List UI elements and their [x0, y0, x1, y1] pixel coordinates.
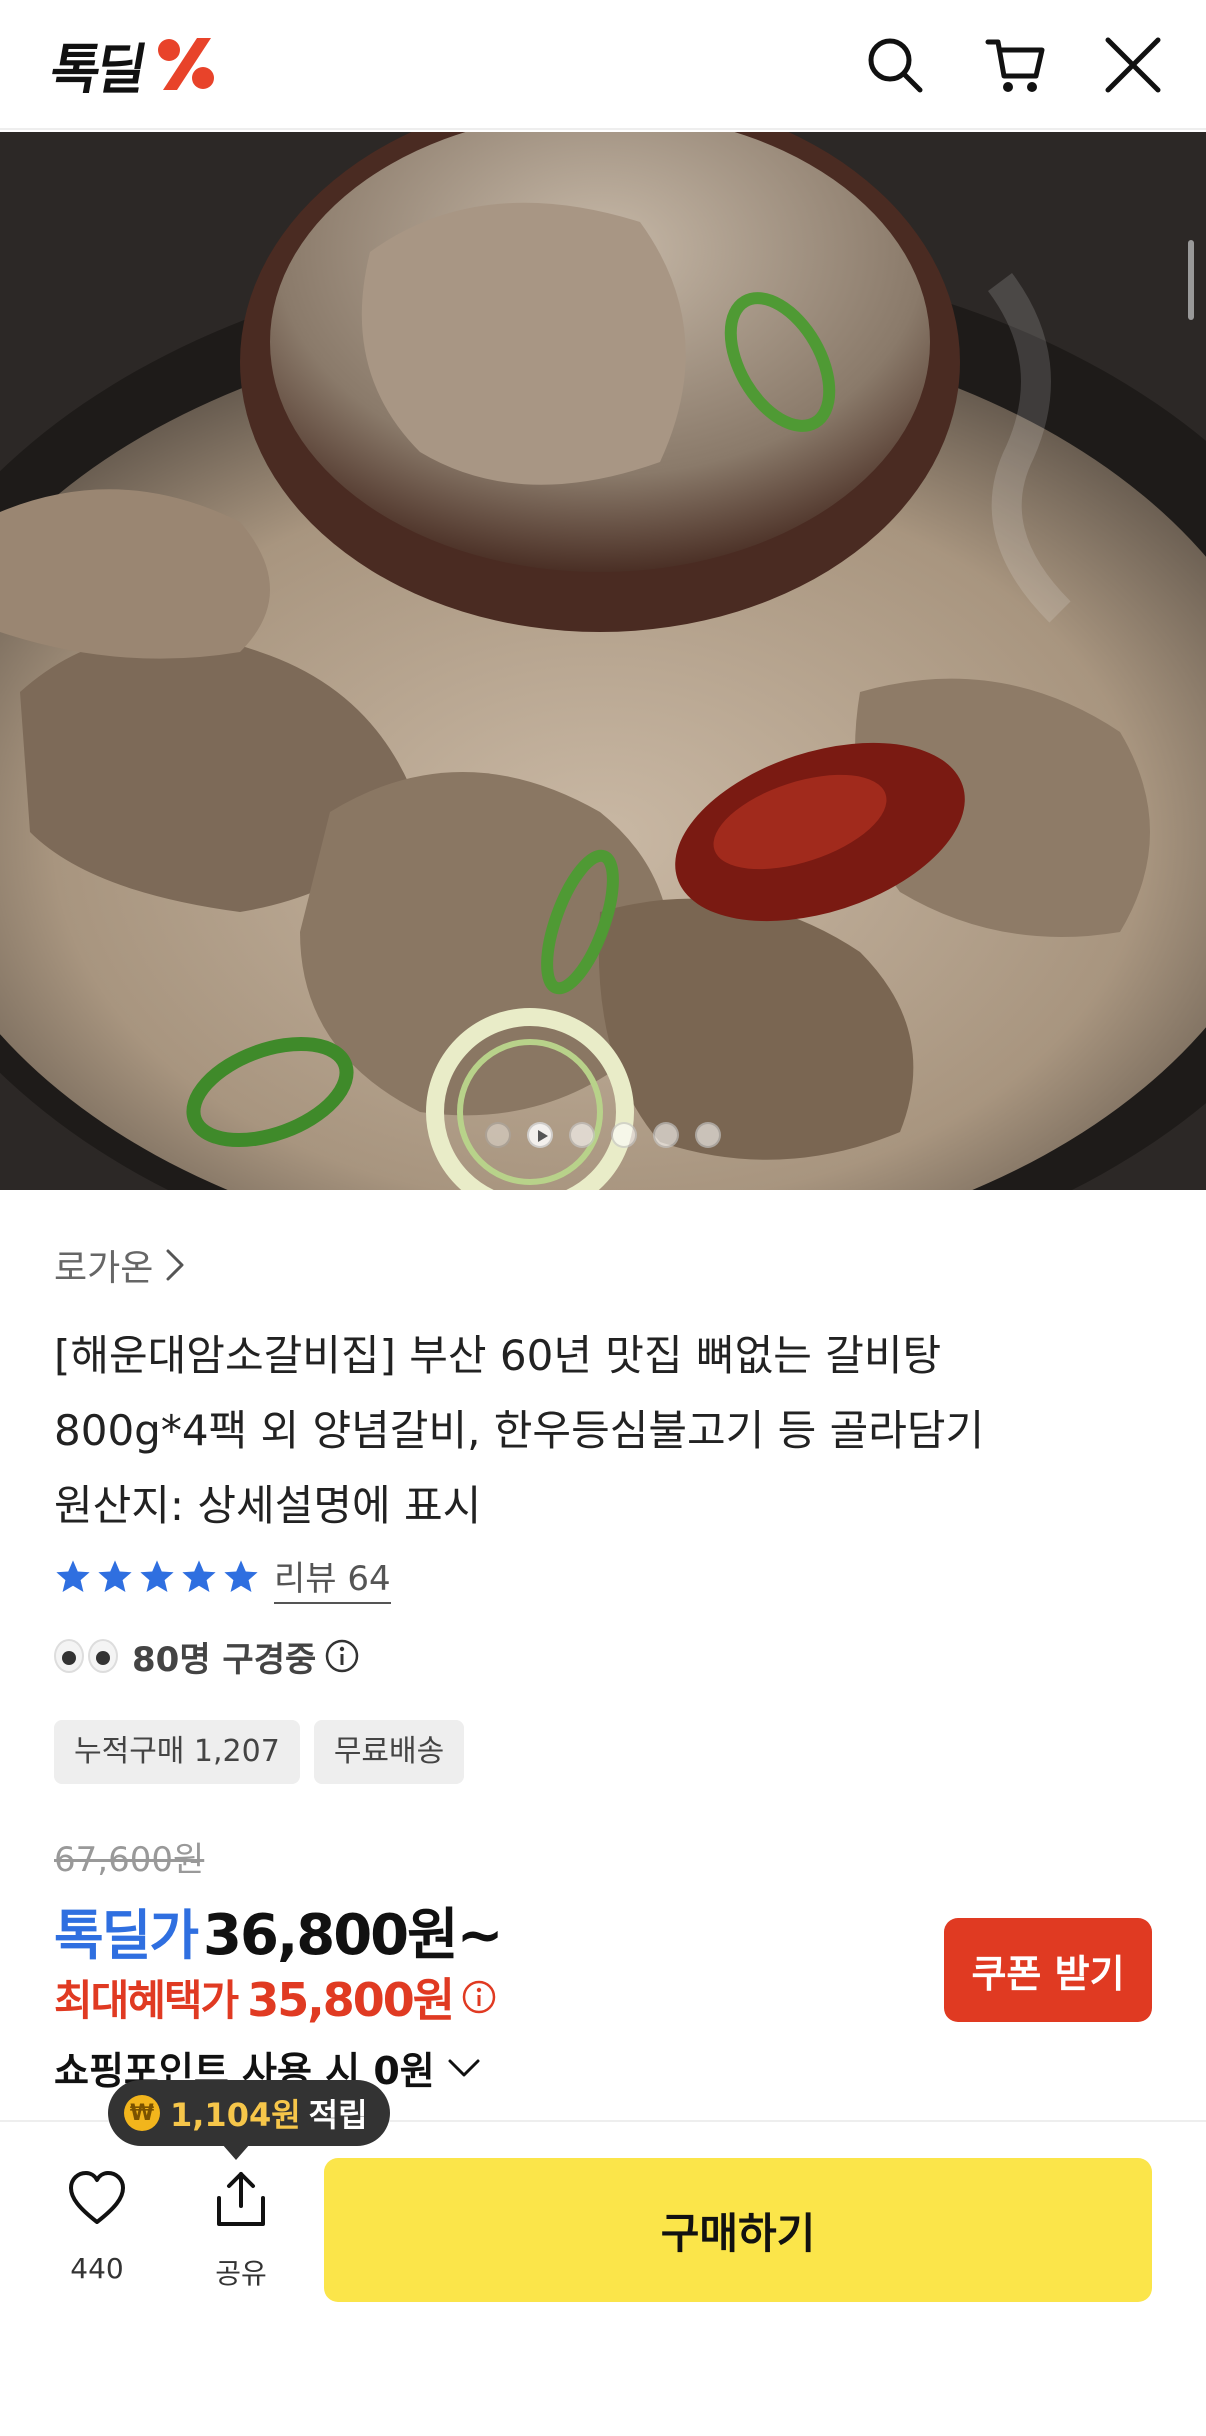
- star-icon: [98, 1560, 132, 1593]
- share-button[interactable]: 공유: [196, 2170, 286, 2292]
- chevron-right-icon: [166, 1249, 184, 1281]
- close-button[interactable]: [1098, 30, 1168, 100]
- viewers-count: 80명 구경중: [54, 1628, 360, 1684]
- product-title: [해운대암소갈비집] 부산 60년 맛집 뼈없는 갈비탕 800g*4팩 외 양…: [54, 1318, 1154, 1543]
- product-title-line: 800g*4팩 외 양념갈비, 한우등심불고기 등 골라담기: [54, 1406, 985, 1455]
- rating-stars: [54, 1558, 260, 1596]
- cart-icon: [985, 39, 1045, 92]
- coin-icon: ₩: [124, 2095, 160, 2131]
- talkdeal-logo[interactable]: 톡딜: [46, 34, 221, 101]
- max-benefit-price: 35,800원: [247, 1973, 455, 2027]
- star-icon: [224, 1560, 258, 1593]
- points-tooltip: ₩ 1,104원 적립: [108, 2080, 390, 2160]
- search-icon: [868, 38, 923, 93]
- carousel-dot[interactable]: [569, 1122, 595, 1148]
- wishlist-count: 440: [70, 2252, 124, 2285]
- coupon-button[interactable]: 쿠폰 받기: [944, 1918, 1152, 2022]
- points-suffix: 적립: [308, 2096, 368, 2134]
- carousel-dot[interactable]: [653, 1122, 679, 1148]
- product-info: 로가온 [해운대암소갈비집] 부산 60년 맛집 뼈없는 갈비탕 800g*4팩…: [54, 1240, 1154, 2093]
- heart-icon: [69, 2171, 125, 2224]
- info-icon[interactable]: [461, 1979, 497, 2015]
- logo-text: 톡딜: [45, 37, 149, 101]
- chevron-down-icon: [448, 2059, 480, 2076]
- info-icon[interactable]: [324, 1638, 360, 1674]
- buy-button[interactable]: 구매하기: [324, 2158, 1152, 2302]
- close-icon: [1105, 37, 1161, 93]
- carousel-dot[interactable]: [695, 1122, 721, 1148]
- share-label: 공유: [215, 2257, 267, 2290]
- cart-button[interactable]: [980, 30, 1050, 100]
- eyes-icon: [54, 1639, 118, 1673]
- search-button[interactable]: [860, 30, 930, 100]
- review-link[interactable]: 리뷰 64: [274, 1551, 391, 1604]
- star-icon: [182, 1560, 216, 1593]
- purchase-count-badge: 누적구매 1,207: [54, 1720, 300, 1784]
- top-header: 톡딜: [0, 0, 1206, 130]
- origin-line: 원산지: 상세설명에 표시: [54, 1481, 482, 1530]
- max-benefit-row: 최대혜택가 35,800원: [54, 1964, 497, 2030]
- product-title-line: [해운대암소갈비집] 부산 60년 맛집 뼈없는 갈비탕: [54, 1331, 942, 1380]
- seller-link[interactable]: 로가온: [54, 1240, 1154, 1290]
- carousel-dot[interactable]: [611, 1122, 637, 1148]
- star-icon: [56, 1560, 90, 1593]
- wishlist-button[interactable]: 440: [52, 2170, 142, 2285]
- scroll-indicator[interactable]: [1188, 240, 1194, 320]
- deal-price: 36,800원~: [203, 1903, 504, 1968]
- share-icon: [217, 2172, 265, 2226]
- rating-row: 리뷰 64: [54, 1551, 391, 1604]
- max-benefit-label: 최대혜택가: [54, 1975, 239, 2025]
- product-photo: [0, 132, 1206, 1190]
- viewers-text: 80명 구경중: [132, 1639, 317, 1680]
- deal-price-row: 톡딜가 36,800원~: [54, 1890, 504, 1971]
- seller-name: 로가온: [54, 1248, 154, 1289]
- free-shipping-badge: 무료배송: [313, 1720, 465, 1784]
- star-icon: [140, 1560, 174, 1593]
- deal-label: 톡딜가: [54, 1904, 199, 1967]
- carousel-dot[interactable]: [485, 1122, 511, 1148]
- percent-logo-icon: [158, 38, 215, 90]
- product-image-carousel[interactable]: [0, 132, 1206, 1190]
- product-badges: 누적구매 1,207 무료배송: [54, 1720, 465, 1784]
- carousel-play-icon[interactable]: [527, 1122, 553, 1148]
- points-amount: 1,104원: [170, 2096, 301, 2134]
- carousel-indicators: [0, 1122, 1206, 1148]
- original-price: 67,600원: [54, 1840, 205, 1880]
